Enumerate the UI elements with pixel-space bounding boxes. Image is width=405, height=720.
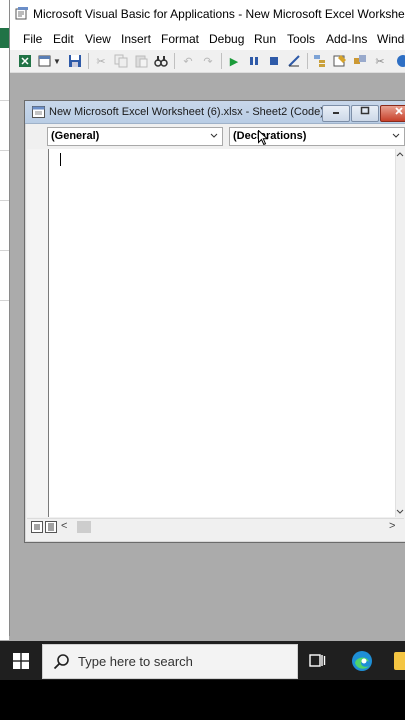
windows-taskbar: Type here to search — [0, 641, 405, 680]
excel-window-edge — [0, 0, 9, 640]
excel-grid-line — [0, 150, 9, 151]
task-view-icon[interactable] — [309, 652, 326, 669]
properties-window-icon[interactable] — [332, 53, 348, 69]
close-icon — [395, 107, 403, 115]
save-icon[interactable] — [67, 53, 83, 69]
minimize-button[interactable] — [322, 105, 350, 122]
help-icon[interactable] — [395, 53, 405, 69]
menu-insert[interactable]: Insert — [121, 32, 151, 46]
toolbar-separator — [221, 53, 222, 69]
menu-tools[interactable]: Tools — [287, 32, 315, 46]
code-document-icon — [32, 106, 45, 118]
copy-icon[interactable] — [113, 53, 129, 69]
project-explorer-icon[interactable] — [312, 53, 328, 69]
scroll-left-icon[interactable]: < — [61, 520, 67, 532]
vba-app-icon — [15, 7, 28, 20]
code-window-title: New Microsoft Excel Worksheet (6).xlsx -… — [49, 106, 324, 118]
insert-module-icon[interactable] — [37, 53, 53, 69]
maximize-button[interactable] — [351, 105, 379, 122]
excel-grid-line — [0, 200, 9, 201]
windows-start-icon[interactable] — [13, 653, 29, 669]
menu-window[interactable]: Windo — [377, 32, 405, 46]
margin-indicator-bar[interactable] — [27, 149, 49, 517]
file-explorer-icon[interactable] — [394, 652, 405, 670]
code-window-bottom-bar: < > — [27, 518, 404, 535]
standard-toolbar: ▼ ✂ ↶ ↷ ▶ ✂ — [10, 50, 405, 73]
procedure-combo[interactable]: (Declarations) — [229, 127, 405, 146]
scroll-up-icon[interactable] — [396, 151, 404, 159]
excel-grid-line — [0, 250, 9, 251]
cut-icon[interactable]: ✂ — [93, 53, 109, 69]
full-module-view-icon[interactable] — [45, 521, 57, 533]
menu-bar: File Edit View Insert Format Debug Run T… — [10, 28, 405, 50]
menu-edit[interactable]: Edit — [53, 32, 74, 46]
toolbar-separator — [174, 53, 175, 69]
code-editor[interactable] — [27, 149, 404, 517]
scroll-down-icon[interactable] — [396, 507, 404, 515]
menu-file[interactable]: File — [23, 32, 42, 46]
scroll-right-icon[interactable]: > — [389, 520, 395, 532]
undo-icon[interactable]: ↶ — [180, 53, 196, 69]
object-browser-icon[interactable] — [352, 53, 368, 69]
menu-run[interactable]: Run — [254, 32, 276, 46]
menu-view[interactable]: View — [85, 32, 111, 46]
break-icon[interactable] — [246, 53, 262, 69]
code-window-title-bar[interactable]: New Microsoft Excel Worksheet (6).xlsx -… — [25, 101, 405, 124]
excel-grid-line — [0, 100, 9, 101]
desktop-screen: Microsoft Visual Basic for Applications … — [0, 0, 405, 680]
letterbox-bar — [0, 680, 405, 720]
mouse-pointer-icon — [258, 130, 268, 146]
procedure-view-icon[interactable] — [31, 521, 43, 533]
menu-format[interactable]: Format — [161, 32, 199, 46]
vbe-title: Microsoft Visual Basic for Applications … — [33, 7, 405, 21]
paste-icon[interactable] — [133, 53, 149, 69]
horizontal-scroll-thumb[interactable] — [77, 521, 91, 533]
vertical-scrollbar[interactable] — [395, 149, 404, 517]
object-combo[interactable]: (General) — [47, 127, 223, 146]
close-button[interactable] — [380, 105, 405, 122]
menu-add-ins[interactable]: Add-Ins — [326, 32, 367, 46]
taskbar-search-box[interactable]: Type here to search — [42, 644, 298, 679]
find-icon[interactable] — [153, 53, 169, 69]
redo-icon[interactable]: ↷ — [200, 53, 216, 69]
text-caret — [60, 153, 61, 166]
toolbar-separator — [307, 53, 308, 69]
view-excel-icon[interactable] — [17, 53, 33, 69]
toolbox-icon[interactable]: ✂ — [372, 53, 388, 69]
search-placeholder: Type here to search — [78, 654, 193, 669]
edge-browser-icon[interactable] — [351, 650, 373, 672]
menu-debug[interactable]: Debug — [209, 32, 244, 46]
chevron-down-icon — [392, 133, 400, 138]
code-window: New Microsoft Excel Worksheet (6).xlsx -… — [24, 100, 405, 543]
excel-grid-line — [0, 300, 9, 301]
toolbar-separator — [88, 53, 89, 69]
minimize-icon — [333, 112, 339, 114]
design-mode-icon[interactable] — [286, 53, 302, 69]
vbe-title-bar[interactable]: Microsoft Visual Basic for Applications … — [10, 0, 405, 28]
search-icon — [53, 654, 69, 670]
reset-icon[interactable] — [266, 53, 282, 69]
insert-dropdown-icon[interactable]: ▼ — [53, 53, 61, 69]
maximize-icon — [360, 106, 370, 115]
object-combo-value: (General) — [51, 130, 100, 142]
chevron-down-icon — [210, 133, 218, 138]
run-icon[interactable]: ▶ — [226, 53, 242, 69]
procedure-combo-value: (Declarations) — [233, 130, 307, 142]
excel-ribbon-edge — [0, 28, 9, 48]
